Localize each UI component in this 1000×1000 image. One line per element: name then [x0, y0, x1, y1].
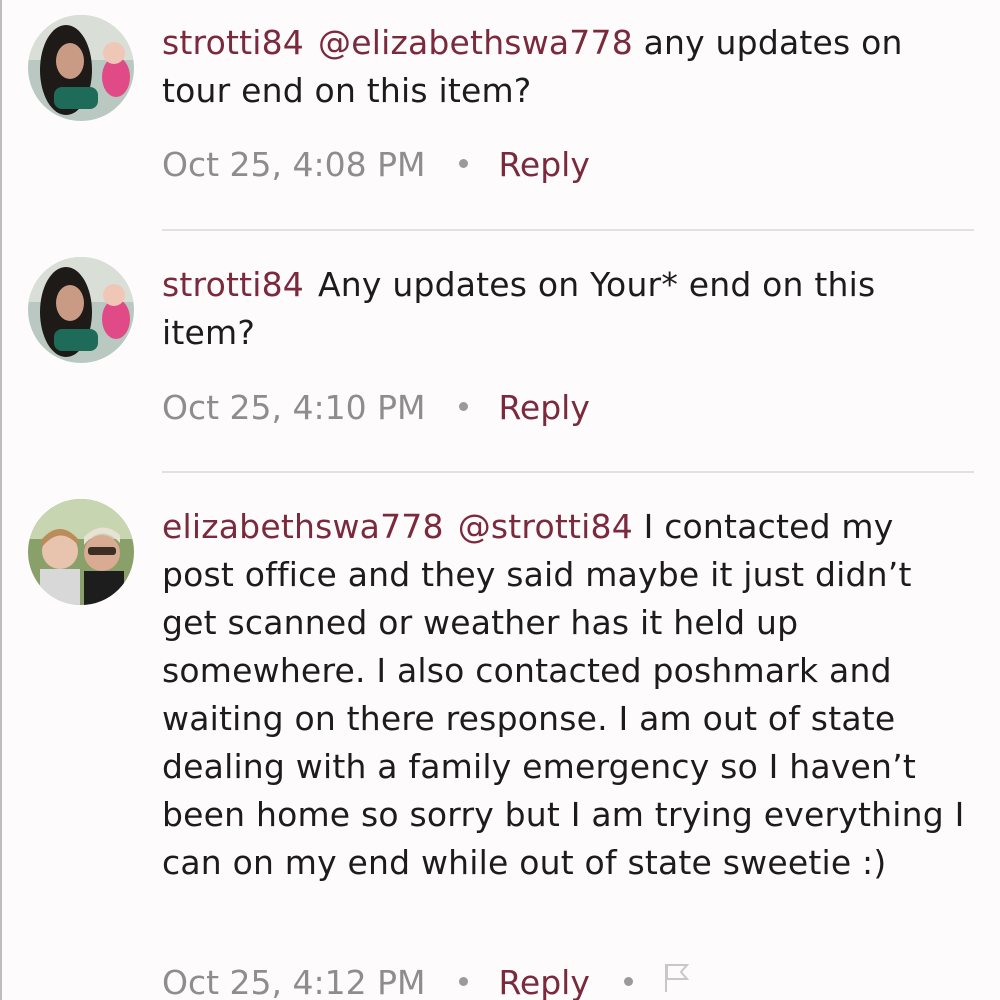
comment-username[interactable]: strotti84 — [162, 265, 304, 304]
comment-meta: Oct 25, 4:12 PM Reply — [162, 961, 690, 1000]
left-edge-border — [0, 0, 2, 1000]
comment-text: strotti84 @elizabethswa778 any updates on… — [162, 19, 972, 115]
comment-mention[interactable]: @strotti84 — [458, 507, 633, 546]
avatar[interactable] — [28, 499, 134, 605]
reply-button[interactable]: Reply — [498, 145, 589, 184]
comment-timestamp: Oct 25, 4:10 PM — [162, 388, 426, 427]
avatar[interactable] — [28, 15, 134, 121]
separator-dot — [459, 977, 469, 986]
separator-dot — [459, 159, 469, 168]
avatar[interactable] — [28, 257, 134, 363]
comment-divider — [162, 471, 974, 473]
comment-timestamp: Oct 25, 4:08 PM — [162, 145, 426, 184]
comment-mention[interactable]: @elizabethswa778 — [318, 23, 633, 62]
comment-body: I contacted my post office and they said… — [162, 507, 965, 882]
comment-timestamp: Oct 25, 4:12 PM — [162, 963, 426, 1000]
separator-dot — [623, 977, 633, 986]
comment-divider — [162, 229, 974, 231]
comment-meta: Oct 25, 4:08 PM Reply — [162, 145, 590, 185]
reply-button[interactable]: Reply — [498, 388, 589, 427]
comment-meta: Oct 25, 4:10 PM Reply — [162, 388, 590, 428]
reply-button[interactable]: Reply — [498, 963, 589, 1000]
comment-username[interactable]: elizabethswa778 — [162, 507, 444, 546]
flag-icon[interactable] — [663, 961, 690, 1000]
comment-text: elizabethswa778 @strotti84 I contacted my… — [162, 503, 972, 887]
separator-dot — [459, 402, 469, 411]
comment-text: strotti84 Any updates on Your* end on thi… — [162, 261, 972, 357]
comment-username[interactable]: strotti84 — [162, 23, 304, 62]
